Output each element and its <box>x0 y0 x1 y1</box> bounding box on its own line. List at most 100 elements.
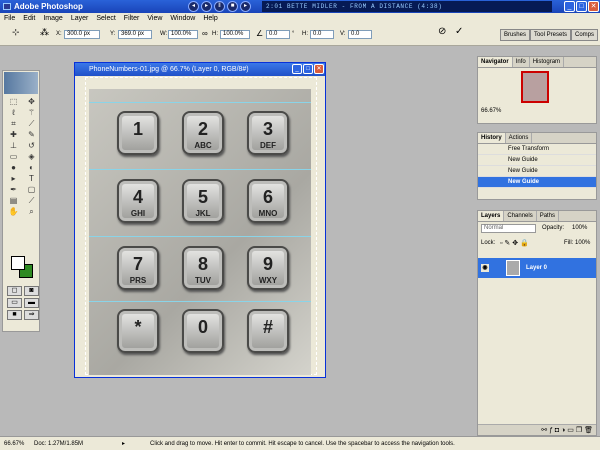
trash-icon[interactable]: 🗑 <box>584 427 593 434</box>
move-tool-icon[interactable]: ✥ <box>23 97 40 107</box>
eraser-tool-icon[interactable]: ▭ <box>5 152 22 162</box>
lock-icons[interactable]: ▫ ✎ ✥ 🔒 <box>500 239 529 247</box>
tab-info[interactable]: Info <box>513 57 530 67</box>
transform-icon[interactable]: ⊹ <box>12 28 20 37</box>
layer-name[interactable]: Layer 0 <box>526 258 547 278</box>
dodge-tool-icon[interactable]: ◐ <box>23 163 40 173</box>
eye-icon[interactable]: ◉ <box>481 264 489 272</box>
menu-image[interactable]: Image <box>39 13 66 24</box>
history-item-selected[interactable]: New Guide <box>478 177 596 188</box>
stamp-tool-icon[interactable]: ⊥ <box>5 141 22 151</box>
tab-channels[interactable]: Channels <box>504 211 537 221</box>
minimize-icon[interactable]: _ <box>564 1 575 12</box>
folder-icon[interactable]: ▭ <box>567 427 574 434</box>
menu-filter[interactable]: Filter <box>120 13 144 24</box>
height-field[interactable]: 100.0% <box>220 30 250 39</box>
menu-layer[interactable]: Layer <box>67 13 93 24</box>
history-item[interactable]: New Guide <box>478 166 596 177</box>
blur-tool-icon[interactable]: ● <box>5 163 22 173</box>
angle-field[interactable]: 0.0 <box>266 30 290 39</box>
crop-tool-icon[interactable]: ⌗ <box>5 119 22 129</box>
standard-mode-icon[interactable]: ◻ <box>7 286 22 296</box>
type-tool-icon[interactable]: T <box>23 174 40 184</box>
stop-icon[interactable]: ■ <box>227 1 238 12</box>
bucket-tool-icon[interactable]: ◈ <box>23 152 40 162</box>
link-layers-icon[interactable]: ⚯ <box>541 427 547 434</box>
image-canvas[interactable]: 1 2 ABC 3 DEF 4 GHI 5 JKL 6 MNO 7 PRS 8 TUV 9 WXY * 0 # <box>89 89 311 375</box>
v-skew-field[interactable]: 0.0 <box>348 30 372 39</box>
pause-icon[interactable]: ‖ <box>214 1 225 12</box>
doc-minimize-icon[interactable]: _ <box>292 64 302 74</box>
tab-actions[interactable]: Actions <box>506 133 533 143</box>
eyedropper-icon[interactable]: ⟋ <box>23 196 40 206</box>
zoom-tool-icon[interactable]: ⌕ <box>23 207 40 217</box>
pen-tool-icon[interactable]: ✒ <box>5 185 22 195</box>
tab-brushes[interactable]: Brushes <box>499 29 530 41</box>
tab-tool-presets[interactable]: Tool Presets <box>529 29 571 41</box>
link-icon[interactable]: ∞ <box>202 29 208 38</box>
history-item[interactable]: Free Transform <box>478 144 596 155</box>
menu-view[interactable]: View <box>143 13 166 24</box>
tab-paths[interactable]: Paths <box>537 211 560 221</box>
hand-tool-icon[interactable]: ✋ <box>5 207 22 217</box>
next-icon[interactable]: ▸ <box>240 1 251 12</box>
tab-comps[interactable]: Comps <box>570 29 598 41</box>
healing-tool-icon[interactable]: ✚ <box>5 130 22 140</box>
guide-line[interactable] <box>89 169 311 170</box>
menu-edit[interactable]: Edit <box>19 13 39 24</box>
screen-mode-2-icon[interactable]: ▬ <box>24 298 39 308</box>
status-zoom[interactable]: 66.67% <box>4 437 24 450</box>
brush-tool-icon[interactable]: ✎ <box>23 130 40 140</box>
new-layer-icon[interactable]: ❐ <box>576 427 582 434</box>
mask-icon[interactable]: ◘ <box>555 427 559 434</box>
doc-close-icon[interactable]: ✕ <box>314 64 324 74</box>
status-arrow-icon[interactable]: ▸ <box>122 437 125 450</box>
menu-window[interactable]: Window <box>166 13 199 24</box>
blend-mode-select[interactable]: Normal <box>481 224 536 233</box>
h-skew-field[interactable]: 0.0 <box>310 30 334 39</box>
slice-tool-icon[interactable]: ⟋ <box>23 119 40 129</box>
layer-row[interactable]: ◉ Layer 0 <box>478 258 596 278</box>
commit-transform-icon[interactable]: ✓ <box>455 27 463 37</box>
foreground-color[interactable] <box>11 256 25 270</box>
tab-histogram[interactable]: Histogram <box>530 57 565 67</box>
history-brush-icon[interactable]: ↺ <box>23 141 40 151</box>
navigator-zoom[interactable]: 66.67% <box>481 108 501 114</box>
menu-help[interactable]: Help <box>199 13 221 24</box>
prev-icon[interactable]: ◂ <box>188 1 199 12</box>
adjustment-icon[interactable]: ◑ <box>561 427 565 434</box>
fill-value[interactable]: 100% <box>575 240 590 246</box>
shape-tool-icon[interactable]: ▢ <box>23 185 40 195</box>
tab-layers[interactable]: Layers <box>478 211 505 221</box>
status-doc-size[interactable]: Doc: 1.27M/1.85M <box>34 437 83 450</box>
marquee-tool-icon[interactable]: ⬚ <box>5 97 22 107</box>
notes-tool-icon[interactable]: ▤ <box>5 196 22 206</box>
layer-style-icon[interactable]: ƒ <box>549 427 553 434</box>
tab-history[interactable]: History <box>478 133 506 143</box>
guide-line[interactable] <box>89 236 311 237</box>
path-select-icon[interactable]: ▸ <box>5 174 22 184</box>
width-field[interactable]: 100.0% <box>168 30 198 39</box>
play-icon[interactable]: ▸ <box>201 1 212 12</box>
doc-maximize-icon[interactable]: □ <box>303 64 313 74</box>
quickmask-mode-icon[interactable]: ◙ <box>24 286 39 296</box>
x-field[interactable]: 300.0 px <box>64 30 100 39</box>
guide-line[interactable] <box>89 102 311 103</box>
close-icon[interactable]: ✕ <box>588 1 599 12</box>
magic-wand-icon[interactable]: ⚚ <box>23 108 40 118</box>
history-item[interactable]: New Guide <box>478 155 596 166</box>
jump-to-imageready-icon[interactable]: ⇒ <box>24 310 39 320</box>
menu-select[interactable]: Select <box>92 13 119 24</box>
tab-navigator[interactable]: Navigator <box>478 57 513 67</box>
reference-point-icon[interactable]: ⁂ <box>40 28 49 37</box>
navigator-thumbnail[interactable] <box>521 71 549 103</box>
opacity-value[interactable]: 100% <box>572 225 587 231</box>
maximize-icon[interactable]: □ <box>576 1 587 12</box>
screen-mode-3-icon[interactable]: ■ <box>7 310 22 320</box>
y-field[interactable]: 369.0 px <box>118 30 152 39</box>
screen-mode-1-icon[interactable]: ▭ <box>7 298 22 308</box>
lasso-tool-icon[interactable]: ℓ <box>5 108 22 118</box>
cancel-transform-icon[interactable]: ⊘ <box>438 27 446 37</box>
guide-line[interactable] <box>89 301 311 302</box>
menu-file[interactable]: File <box>0 13 19 24</box>
